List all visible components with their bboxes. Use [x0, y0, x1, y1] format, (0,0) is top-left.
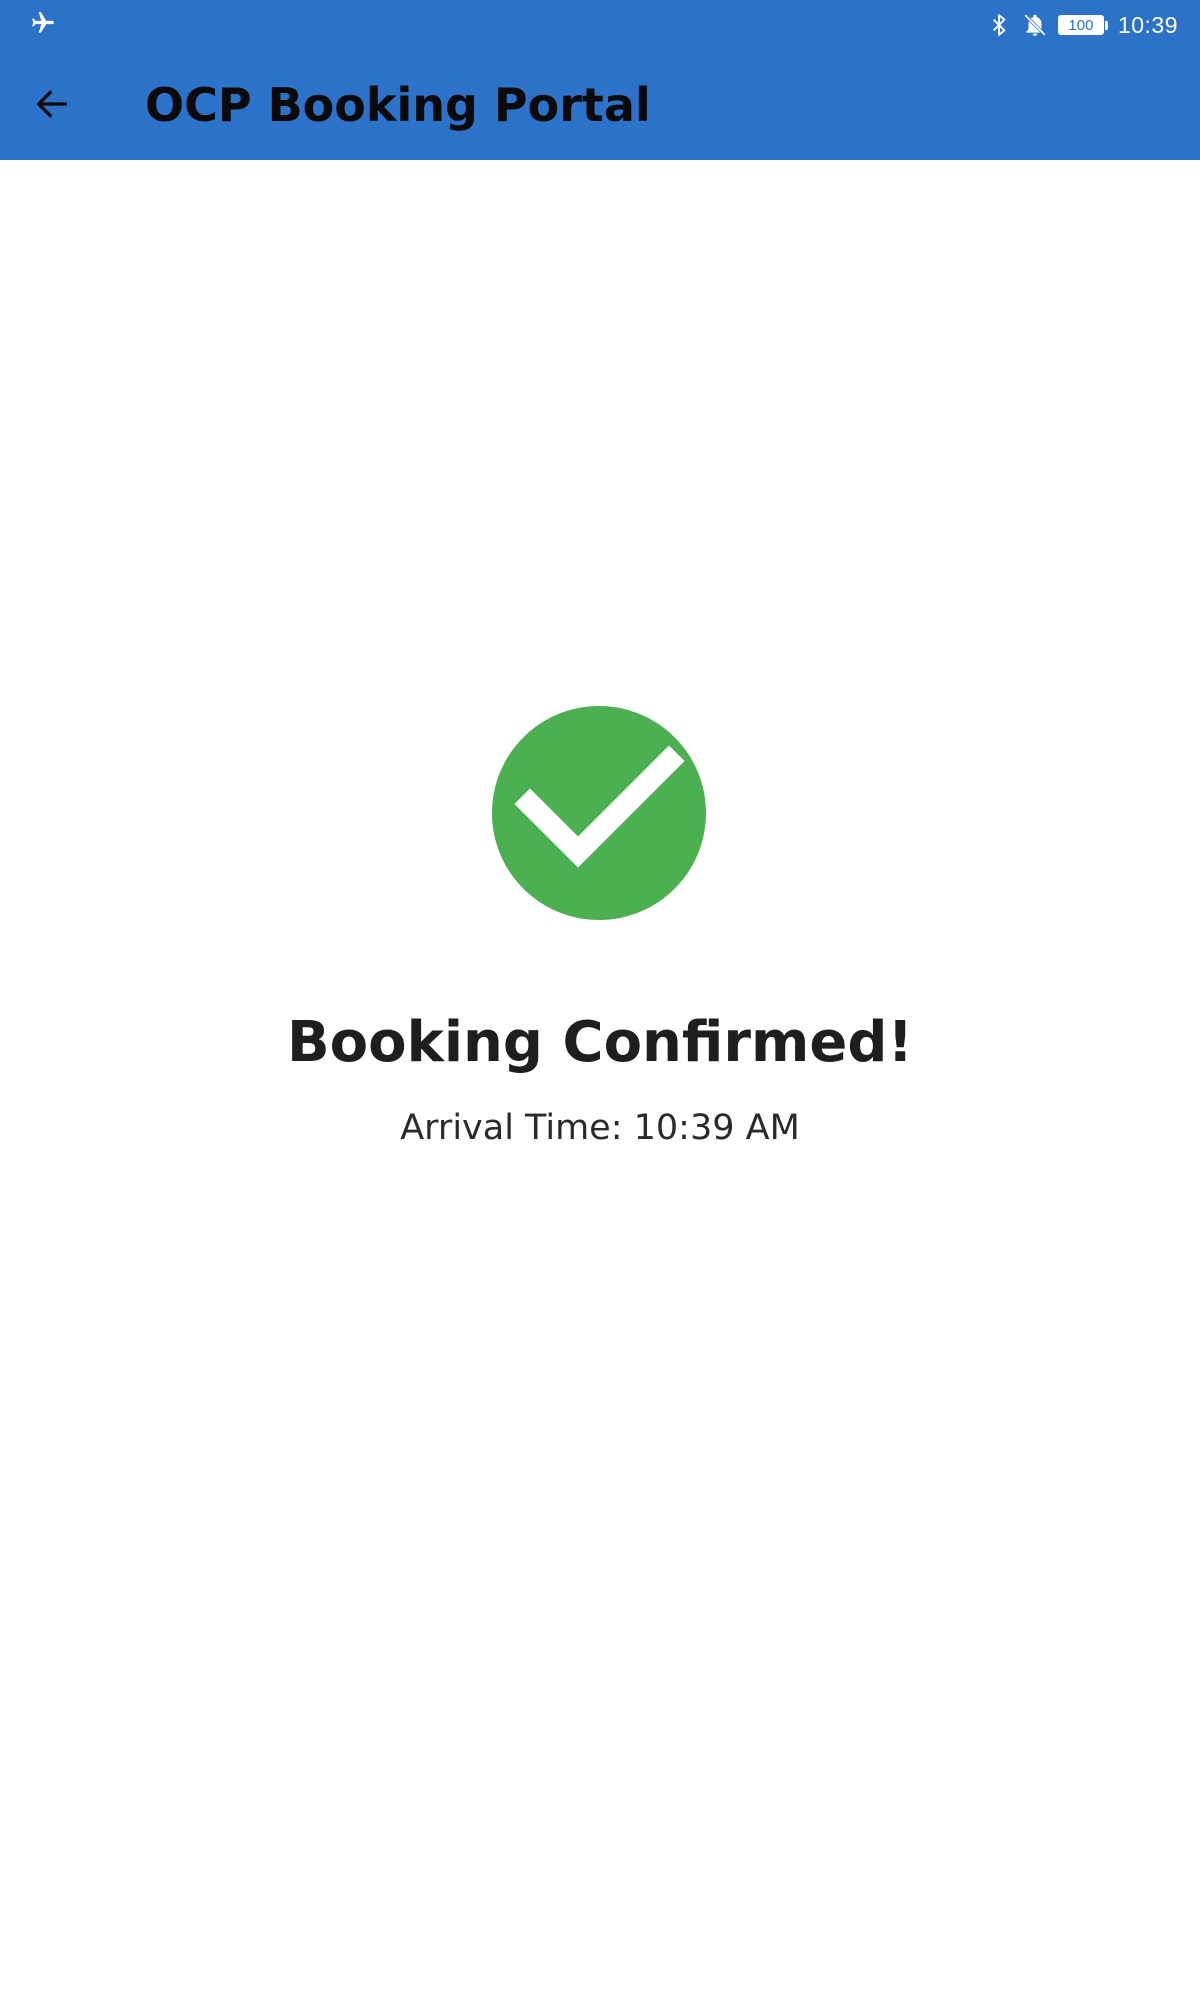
check-circle-icon — [492, 706, 706, 920]
back-button[interactable] — [22, 76, 82, 136]
battery-level: 100 — [1057, 15, 1104, 35]
app-bar: OCP Booking Portal — [0, 50, 1200, 160]
arrival-time-text: Arrival Time: 10:39 AM — [400, 1108, 800, 1148]
status-bar: 100 10:39 — [0, 0, 1200, 50]
airplane-icon — [30, 10, 56, 36]
confirmation-title: Booking Confirmed! — [286, 1010, 914, 1075]
arrow-left-icon — [32, 84, 72, 128]
bluetooth-icon — [986, 12, 1012, 38]
bell-off-icon — [1022, 12, 1048, 38]
confirmation-content — [0, 160, 1200, 2000]
status-time: 10:39 — [1117, 11, 1178, 38]
status-icons: 100 10:39 — [986, 9, 1178, 41]
page-title: OCP Booking Portal — [145, 78, 651, 132]
battery-icon: 100 — [1057, 15, 1108, 35]
